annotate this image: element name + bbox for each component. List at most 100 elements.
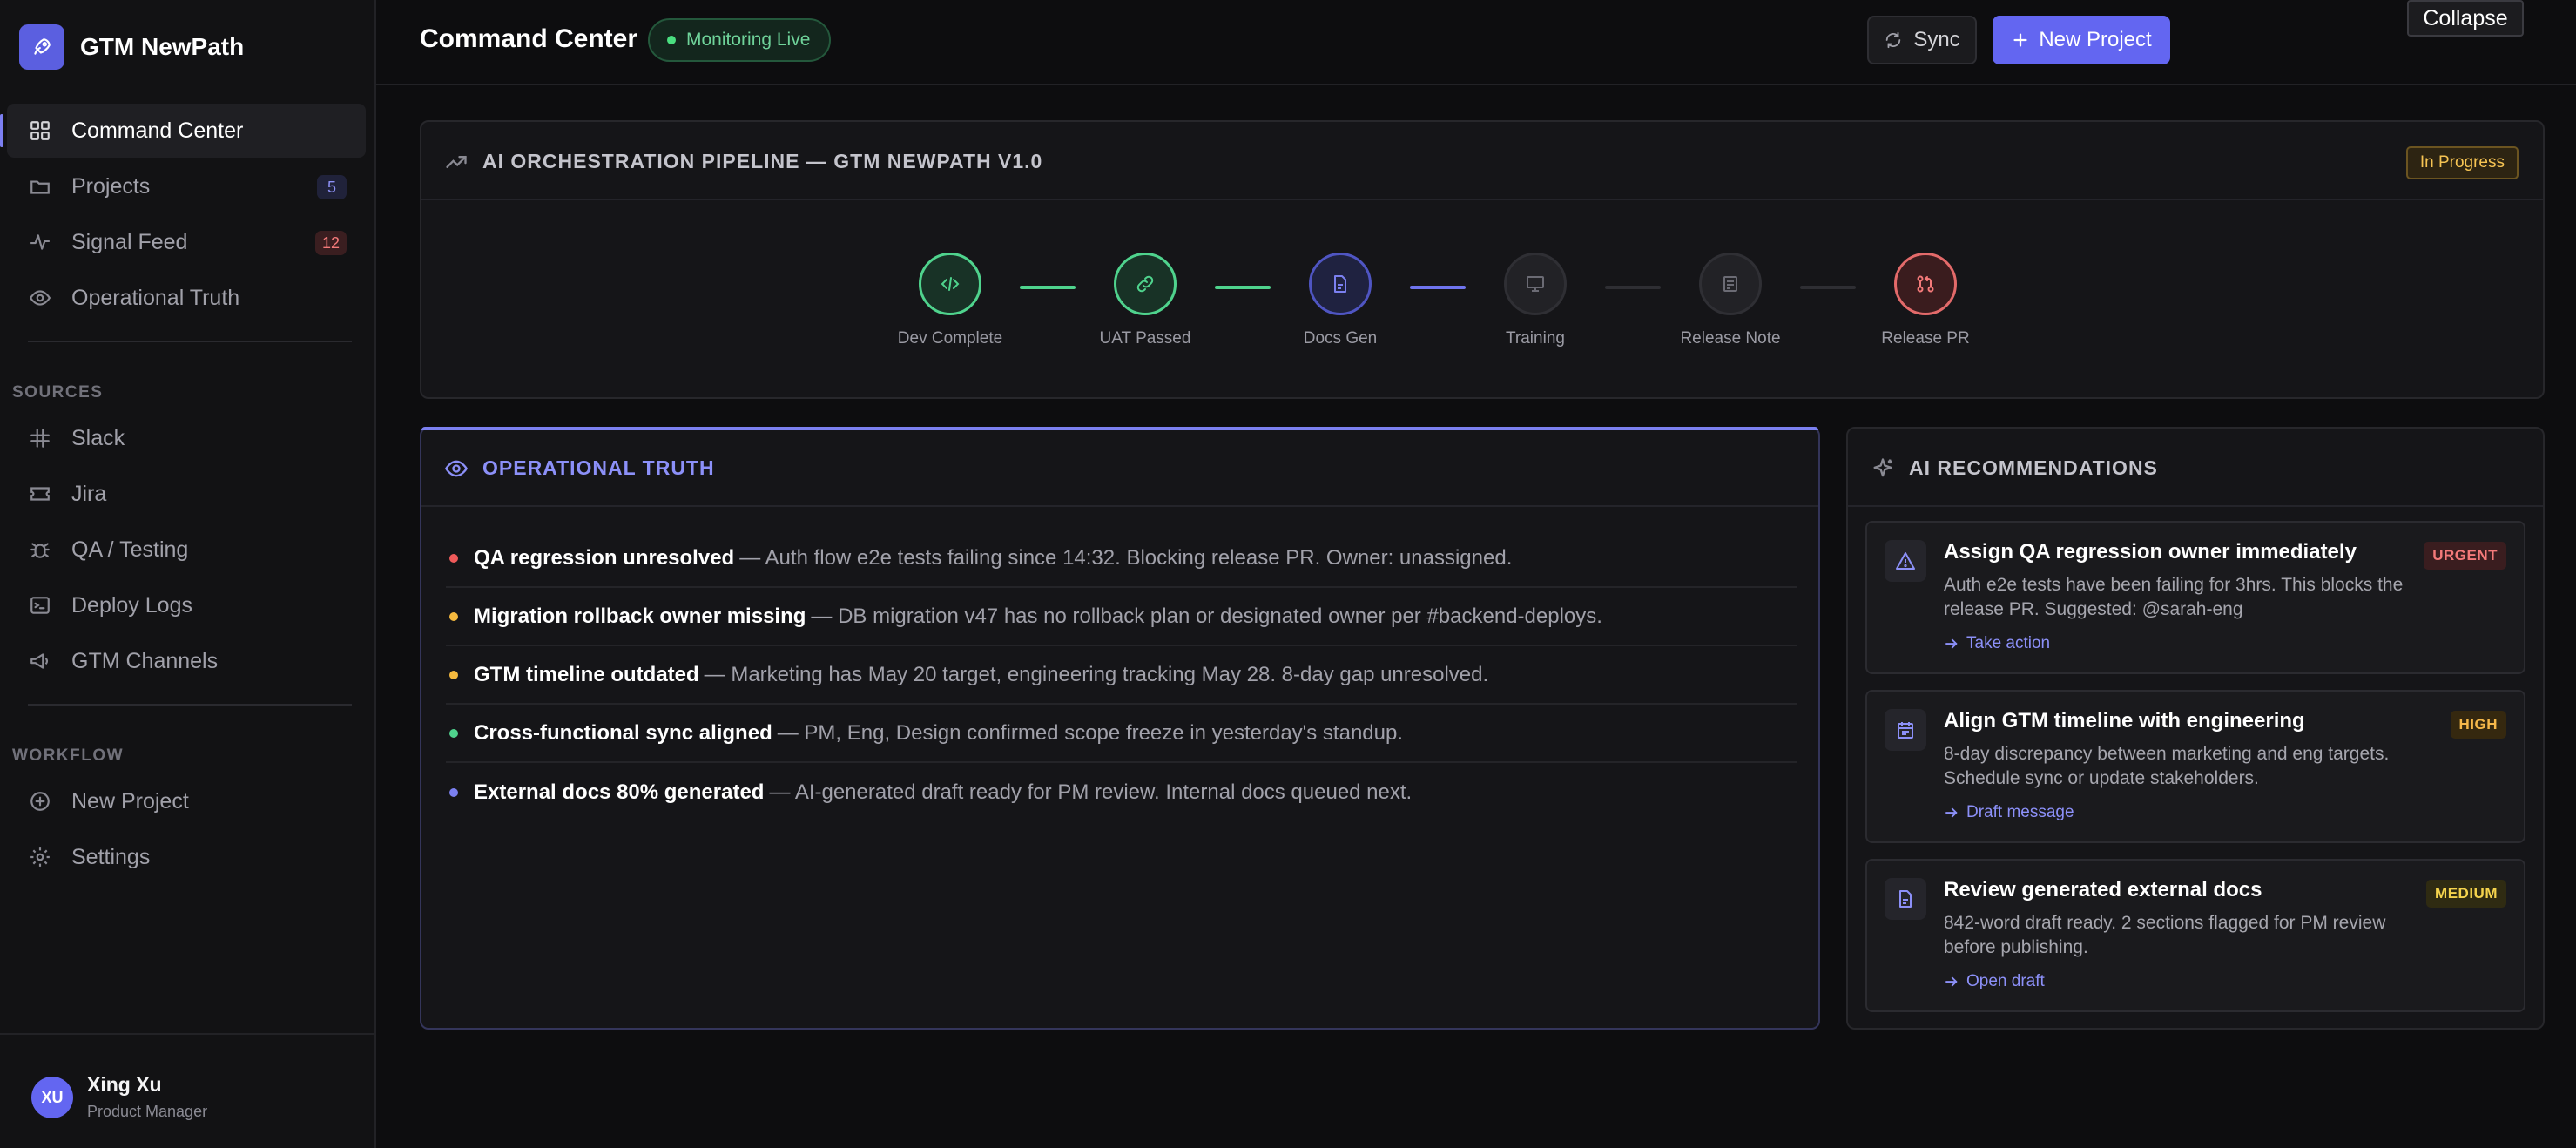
monitoring-status-label: Monitoring Live <box>686 30 811 50</box>
projects-count-badge: 5 <box>317 175 347 199</box>
main-nav: Command Center Projects 5 Signal Feed 12… <box>0 104 366 327</box>
nav-item-command-center[interactable]: Command Center <box>0 104 366 158</box>
stage-docs-gen[interactable]: Docs Gen <box>1258 253 1423 348</box>
operational-truth-card: Operational Truth QA regression unresolv… <box>420 427 1820 1030</box>
nav-item-jira[interactable]: Jira <box>7 467 366 521</box>
plus-icon <box>2013 33 2027 47</box>
bug-icon <box>28 537 52 562</box>
megaphone-icon <box>28 649 52 673</box>
rec-item-title: Assign QA regression owner immediately <box>1944 540 2357 564</box>
calendar-icon <box>1885 709 1926 751</box>
recommendation-item[interactable]: Review generated external docs 842-word … <box>1865 859 2525 1012</box>
document-icon <box>1885 878 1926 920</box>
arrow-right-icon <box>1945 976 1958 987</box>
stage-label: Dev Complete <box>897 329 1003 348</box>
workflow-section-label: WORKFLOW <box>12 746 125 765</box>
truth-item-text: — Auth flow e2e tests failing since 14:3… <box>739 545 1513 570</box>
rec-item-desc: 8-day discrepancy between marketing and … <box>1944 744 2390 788</box>
nav-item-gtm-channels[interactable]: GTM Channels <box>7 634 366 688</box>
activity-icon <box>28 230 52 254</box>
user-name: Xing Xu <box>87 1073 162 1096</box>
nav-label: Command Center <box>71 118 244 143</box>
status-dot <box>449 787 458 797</box>
ai-recommendations-card: AI Recommendations Assign QA regression … <box>1846 427 2545 1030</box>
nav-label: Operational Truth <box>71 285 240 310</box>
list-item[interactable]: QA regression unresolved — Auth flow e2e… <box>446 530 1797 588</box>
sync-button[interactable]: Sync <box>1867 16 1977 64</box>
recommendation-item[interactable]: Assign QA regression owner immediately A… <box>1865 521 2525 674</box>
new-project-label: New Project <box>2039 28 2152 51</box>
truth-item-title: Cross-functional sync aligned <box>474 720 772 745</box>
truth-item-text: — AI-generated draft ready for PM review… <box>769 780 1413 804</box>
status-dot <box>449 728 458 738</box>
slack-icon <box>28 426 52 450</box>
stage-label: Release PR <box>1881 329 1970 348</box>
sidebar-divider <box>28 341 352 342</box>
stage-release-pr[interactable]: Release PR <box>1843 253 2008 348</box>
user-profile[interactable]: XU Xing Xu Product Manager <box>0 1033 374 1148</box>
priority-badge: URGENT <box>2424 542 2506 570</box>
nav-item-projects[interactable]: Projects 5 <box>7 159 366 213</box>
stage-uat-passed[interactable]: UAT Passed <box>1062 253 1228 348</box>
status-dot <box>449 611 458 621</box>
truth-item-title: GTM timeline outdated <box>474 662 699 686</box>
stage-dev-complete[interactable]: Dev Complete <box>867 253 1033 348</box>
pipeline-card: AI Orchestration Pipeline — GTM NewPath … <box>420 120 2545 399</box>
live-dot-icon <box>667 36 676 44</box>
open-draft-link[interactable]: Open draft <box>1944 972 2045 991</box>
truth-item-title: External docs 80% generated <box>474 780 765 804</box>
nav-item-operational-truth[interactable]: Operational Truth <box>7 271 366 325</box>
pipeline-status-badge: In Progress <box>2405 146 2519 179</box>
user-role: Product Manager <box>87 1103 208 1120</box>
nav-label: GTM Channels <box>71 648 219 673</box>
priority-badge: MEDIUM <box>2426 880 2506 908</box>
stage-label: Docs Gen <box>1303 329 1378 348</box>
note-icon <box>1699 253 1762 315</box>
folder-icon <box>28 174 52 199</box>
truth-item-text: — PM, Eng, Design confirmed scope freeze… <box>777 720 1403 745</box>
trend-icon <box>444 150 470 176</box>
workflow-nav: New Project Settings <box>7 774 366 886</box>
nav-label: Jira <box>71 481 107 506</box>
sync-label: Sync <box>1913 28 1960 51</box>
draft-message-link[interactable]: Draft message <box>1944 803 2074 822</box>
stage-release-note[interactable]: Release Note <box>1648 253 1813 348</box>
stage-label: Release Note <box>1680 329 1781 348</box>
list-item[interactable]: Cross-functional sync aligned — PM, Eng,… <box>446 705 1797 763</box>
new-project-button[interactable]: New Project <box>1993 16 2170 64</box>
stage-label: UAT Passed <box>1099 329 1191 348</box>
avatar: XU <box>31 1077 73 1118</box>
status-dot <box>449 670 458 679</box>
nav-item-signal-feed[interactable]: Signal Feed 12 <box>7 215 366 269</box>
list-item[interactable]: GTM timeline outdated — Marketing has Ma… <box>446 646 1797 705</box>
recommendation-item[interactable]: Align GTM timeline with engineering 8-da… <box>1865 690 2525 843</box>
nav-label: QA / Testing <box>71 537 189 562</box>
nav-label: Settings <box>71 844 151 869</box>
rec-action-label: Draft message <box>1966 803 2074 821</box>
sources-section-label: SOURCES <box>12 383 104 402</box>
rec-item-desc: Auth e2e tests have been failing for 3hr… <box>1944 575 2404 619</box>
list-item[interactable]: External docs 80% generated — AI-generat… <box>446 763 1797 821</box>
nav-item-slack[interactable]: Slack <box>7 411 366 465</box>
ticket-icon <box>28 482 52 506</box>
stage-training[interactable]: Training <box>1453 253 1618 348</box>
sources-nav: Slack Jira QA / Testing Deploy Logs GTM … <box>7 411 366 690</box>
rec-action-label: Open draft <box>1966 972 2045 990</box>
nav-item-settings[interactable]: Settings <box>7 830 366 884</box>
rec-item-title: Review generated external docs <box>1944 878 2262 902</box>
gear-icon <box>28 845 52 869</box>
plus-circle-icon <box>28 789 52 814</box>
presentation-icon <box>1504 253 1567 315</box>
arrow-right-icon <box>1945 807 1958 818</box>
rec-action-label: Take action <box>1966 634 2051 652</box>
pipeline-card-header: AI Orchestration Pipeline — GTM NewPath … <box>421 122 2543 200</box>
code-icon <box>919 253 981 315</box>
status-dot <box>449 553 458 563</box>
nav-item-qa-testing[interactable]: QA / Testing <box>7 523 366 577</box>
nav-item-deploy-logs[interactable]: Deploy Logs <box>7 578 366 632</box>
nav-item-new-project[interactable]: New Project <box>7 774 366 828</box>
list-item[interactable]: Migration rollback owner missing — DB mi… <box>446 588 1797 646</box>
take-action-link[interactable]: Take action <box>1944 634 2050 653</box>
truth-title: Operational Truth <box>482 456 715 479</box>
brand[interactable]: GTM NewPath <box>19 24 244 70</box>
